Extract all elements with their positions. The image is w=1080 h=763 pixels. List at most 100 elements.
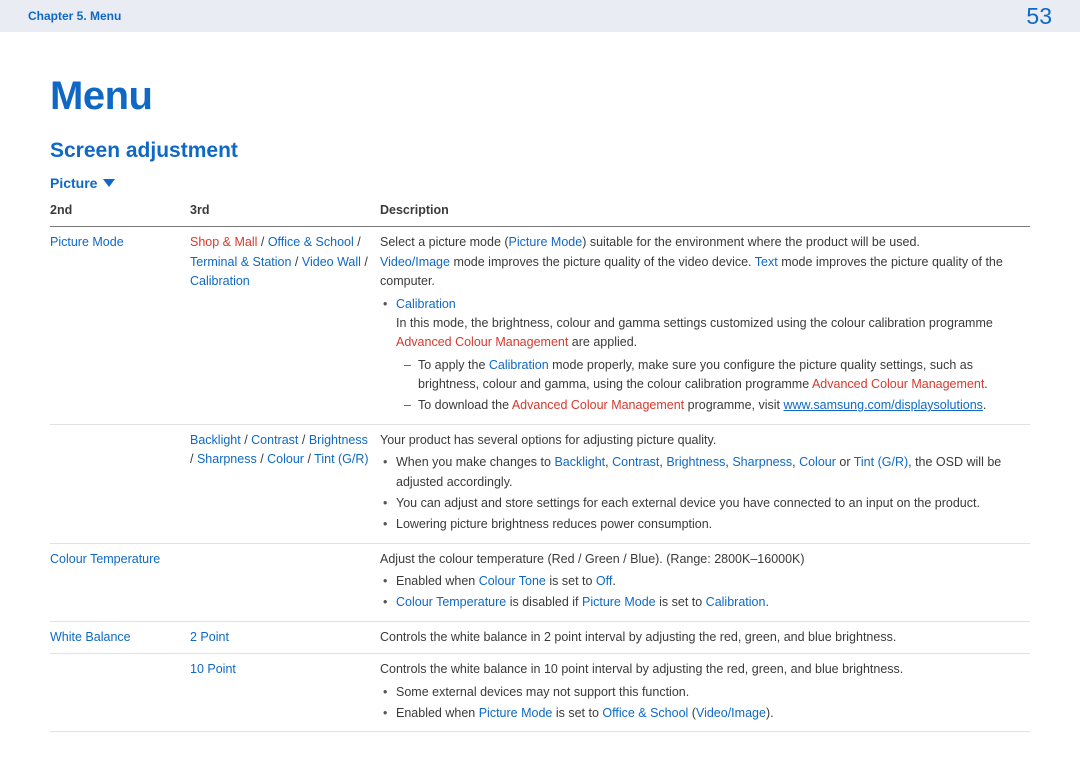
cell-white-balance[interactable]: White Balance	[50, 621, 190, 653]
cell-empty	[50, 424, 190, 543]
cell-backlight-desc: Your product has several options for adj…	[380, 424, 1030, 543]
link-colour[interactable]: Colour	[267, 452, 304, 466]
cell-picture-mode-3rd: Shop & Mall / Office & School / Terminal…	[190, 227, 380, 424]
cell-picture-mode-desc: Select a picture mode (Picture Mode) sui…	[380, 227, 1030, 424]
paren-close: ).	[766, 706, 774, 720]
sep: /	[304, 452, 314, 466]
dash-item: To apply the Calibration mode properly, …	[396, 356, 1020, 395]
term-calibration[interactable]: Calibration	[706, 595, 766, 609]
term-calibration[interactable]: Calibration	[489, 358, 549, 372]
bullet-item: Enabled when Colour Tone is set to Off.	[380, 572, 1020, 591]
term-tint-gr[interactable]: Tint (G/R)	[854, 455, 908, 469]
bullet-item: Lowering picture brightness reduces powe…	[380, 515, 1020, 534]
link-calibration[interactable]: Calibration	[190, 274, 250, 288]
bullet-item: You can adjust and store settings for ea…	[380, 494, 1020, 513]
cell-empty	[50, 654, 190, 732]
sep: /	[354, 235, 361, 249]
desc-text: In this mode, the brightness, colour and…	[396, 316, 993, 330]
term-colour-temperature[interactable]: Colour Temperature	[396, 595, 506, 609]
tab-picture-label: Picture	[50, 175, 97, 191]
term-picture-mode[interactable]: Picture Mode	[582, 595, 656, 609]
header-band: Chapter 5. Menu 53	[0, 0, 1080, 32]
link-contrast[interactable]: Contrast	[251, 433, 298, 447]
term-video-image[interactable]: Video/Image	[380, 255, 450, 269]
cell-picture-mode[interactable]: Picture Mode	[50, 227, 190, 424]
desc-text: Enabled when	[396, 706, 479, 720]
cell-10-point[interactable]: 10 Point	[190, 654, 380, 732]
bullet-item: Colour Temperature is disabled if Pictur…	[380, 593, 1020, 612]
term-text[interactable]: Text	[755, 255, 778, 269]
link-office-school[interactable]: Office & School	[268, 235, 354, 249]
sep: /	[257, 452, 267, 466]
page-title: Menu	[50, 74, 1030, 119]
cell-2-point-desc: Controls the white balance in 2 point in…	[380, 621, 1030, 653]
term-video-image[interactable]: Video/Image	[696, 706, 766, 720]
term-office-school[interactable]: Office & School	[602, 706, 688, 720]
table-row: 10 Point Controls the white balance in 1…	[50, 654, 1030, 732]
sep: /	[361, 255, 368, 269]
bullet-calibration: Calibration In this mode, the brightness…	[380, 295, 1020, 416]
cell-2-point[interactable]: 2 Point	[190, 621, 380, 653]
term-backlight[interactable]: Backlight	[554, 455, 605, 469]
link-video-wall[interactable]: Video Wall	[302, 255, 361, 269]
term-colour-tone[interactable]: Colour Tone	[479, 574, 546, 588]
col-header-3rd: 3rd	[190, 195, 380, 227]
tab-row: Picture	[50, 175, 1030, 191]
sep: /	[291, 255, 301, 269]
bullet-item: Some external devices may not support th…	[380, 683, 1020, 702]
cell-colour-temperature[interactable]: Colour Temperature	[50, 543, 190, 621]
desc-text: When you make changes to	[396, 455, 554, 469]
table-row: Colour Temperature Adjust the colour tem…	[50, 543, 1030, 621]
cell-backlight-group: Backlight / Contrast / Brightness / Shar…	[190, 424, 380, 543]
term-advanced-colour-mgmt[interactable]: Advanced Colour Management	[812, 377, 984, 391]
desc-text: .	[765, 595, 768, 609]
term-off[interactable]: Off	[596, 574, 612, 588]
cell-empty	[190, 543, 380, 621]
page-number: 53	[1026, 3, 1052, 30]
term-brightness[interactable]: Brightness	[666, 455, 725, 469]
term-picture-mode[interactable]: Picture Mode	[509, 235, 583, 249]
breadcrumb[interactable]: Chapter 5. Menu	[28, 9, 121, 23]
sep: /	[257, 235, 267, 249]
term-contrast[interactable]: Contrast	[612, 455, 659, 469]
sep: /	[241, 433, 251, 447]
link-backlight[interactable]: Backlight	[190, 433, 241, 447]
term-advanced-colour-mgmt[interactable]: Advanced Colour Management	[512, 398, 684, 412]
term-colour[interactable]: Colour	[799, 455, 836, 469]
desc-text: is set to	[546, 574, 596, 588]
desc-text: Adjust the colour temperature (Red / Gre…	[380, 550, 1020, 569]
bullet-item: Enabled when Picture Mode is set to Offi…	[380, 704, 1020, 723]
section-title: Screen adjustment	[50, 139, 1030, 163]
sep: /	[190, 452, 197, 466]
menu-table: 2nd 3rd Description Picture Mode Shop & …	[50, 195, 1030, 732]
table-header-row: 2nd 3rd Description	[50, 195, 1030, 227]
term-calibration[interactable]: Calibration	[396, 297, 456, 311]
link-shop-mall[interactable]: Shop & Mall	[190, 235, 257, 249]
desc-text: mode improves the picture quality of the…	[450, 255, 755, 269]
tab-picture[interactable]: Picture	[50, 175, 115, 191]
term-sharpness[interactable]: Sharpness	[732, 455, 792, 469]
desc-text: To apply the	[418, 358, 489, 372]
chevron-down-icon	[103, 179, 115, 187]
cell-colour-temperature-desc: Adjust the colour temperature (Red / Gre…	[380, 543, 1030, 621]
table-row: Backlight / Contrast / Brightness / Shar…	[50, 424, 1030, 543]
bullet-item: When you make changes to Backlight, Cont…	[380, 453, 1020, 492]
desc-text: Your product has several options for adj…	[380, 431, 1020, 450]
dash-item: To download the Advanced Colour Manageme…	[396, 396, 1020, 415]
desc-text: .	[984, 377, 987, 391]
link-tint-gr[interactable]: Tint (G/R)	[314, 452, 368, 466]
link-sharpness[interactable]: Sharpness	[197, 452, 257, 466]
page-body: Menu Screen adjustment Picture 2nd 3rd D…	[0, 32, 1080, 752]
table-row: Picture Mode Shop & Mall / Office & Scho…	[50, 227, 1030, 424]
term-advanced-colour-mgmt[interactable]: Advanced Colour Management	[396, 335, 568, 349]
link-terminal-station[interactable]: Terminal & Station	[190, 255, 291, 269]
desc-text: .	[612, 574, 615, 588]
link-samsung-url[interactable]: www.samsung.com/displaysolutions	[784, 398, 983, 412]
desc-text: is disabled if	[506, 595, 582, 609]
link-brightness[interactable]: Brightness	[309, 433, 368, 447]
term-picture-mode[interactable]: Picture Mode	[479, 706, 553, 720]
desc-text: .	[983, 398, 986, 412]
sep: /	[298, 433, 308, 447]
desc-text: Select a picture mode (	[380, 235, 509, 249]
desc-text: are applied.	[568, 335, 637, 349]
